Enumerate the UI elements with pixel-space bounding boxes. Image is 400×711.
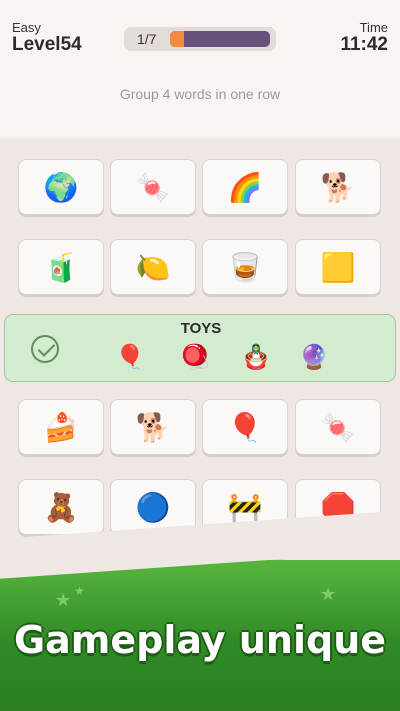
tile-cards[interactable]: 🟨 bbox=[295, 239, 381, 295]
matryoshka-icon: 🪆 bbox=[241, 343, 271, 371]
marbles-icon: 🔮 bbox=[299, 343, 329, 371]
red-yellow-card-icon: 🟨 bbox=[320, 250, 356, 284]
tile-rainbow[interactable]: 🌈 bbox=[202, 159, 288, 215]
candy-icon: 🍬 bbox=[135, 170, 171, 204]
level-label: Level54 bbox=[12, 34, 82, 55]
time-label: Time bbox=[359, 20, 388, 35]
hot-air-balloon-icon: 🎈 bbox=[227, 410, 263, 444]
tile-shiba[interactable]: 🐕 bbox=[110, 399, 196, 455]
balloon-dog-icon: 🎈 bbox=[115, 343, 145, 371]
difficulty-label: Easy bbox=[12, 20, 41, 35]
progress-indicator: 1/7 bbox=[124, 27, 276, 51]
tile-dalmatian[interactable]: 🐕 bbox=[295, 159, 381, 215]
tile-wrapped-candy[interactable]: 🍬 bbox=[295, 399, 381, 455]
instruction-text: Group 4 words in one row bbox=[119, 86, 281, 102]
globe-icon: 🌍 bbox=[43, 170, 79, 204]
check-circle-icon bbox=[31, 335, 59, 363]
group-title: TOYS bbox=[180, 320, 222, 337]
lemonade-icon: 🍋 bbox=[135, 250, 171, 284]
wrapped-candy-icon: 🍬 bbox=[320, 410, 356, 444]
tile-gummy-bear[interactable]: 🧸 bbox=[18, 479, 104, 535]
spinning-top-icon: 🪀 bbox=[180, 343, 210, 371]
tile-whiskey[interactable]: 🥃 bbox=[202, 239, 288, 295]
gummy-bear-icon: 🧸 bbox=[43, 490, 79, 524]
solved-group-toys: TOYS 🎈 🪀 🪆 🔮 bbox=[4, 314, 396, 382]
top-bar: Easy Level54 1/7 Time 11:42 Group 4 word… bbox=[0, 0, 400, 138]
star-icon: ★ bbox=[55, 590, 72, 611]
caution-tape-icon: 🚧 bbox=[227, 490, 263, 524]
tile-apple-juice[interactable]: 🧃 bbox=[18, 239, 104, 295]
tile-lemonade[interactable]: 🍋 bbox=[110, 239, 196, 295]
progress-count: 1/7 bbox=[137, 31, 157, 47]
whiskey-glass-icon: 🥃 bbox=[227, 250, 263, 284]
banner-headline: Gameplay unique bbox=[13, 618, 387, 662]
star-icon: ★ bbox=[320, 584, 337, 605]
shiba-dog-icon: 🐕 bbox=[135, 410, 171, 444]
dalmatian-icon: 🐕 bbox=[320, 170, 356, 204]
apple-juice-icon: 🧃 bbox=[43, 250, 79, 284]
rainbow-cake-icon: 🍰 bbox=[43, 410, 79, 444]
tile-cake[interactable]: 🍰 bbox=[18, 399, 104, 455]
tile-balloon[interactable]: 🎈 bbox=[202, 399, 288, 455]
blue-ball-icon: 🔵 bbox=[135, 490, 171, 524]
star-icon: ★ bbox=[74, 584, 85, 598]
tile-candy[interactable]: 🍬 bbox=[110, 159, 196, 215]
tile-globe[interactable]: 🌍 bbox=[18, 159, 104, 215]
progress-track bbox=[170, 31, 270, 47]
time-value: 11:42 bbox=[340, 34, 388, 55]
rainbow-icon: 🌈 bbox=[227, 170, 263, 204]
progress-fill bbox=[170, 31, 184, 47]
